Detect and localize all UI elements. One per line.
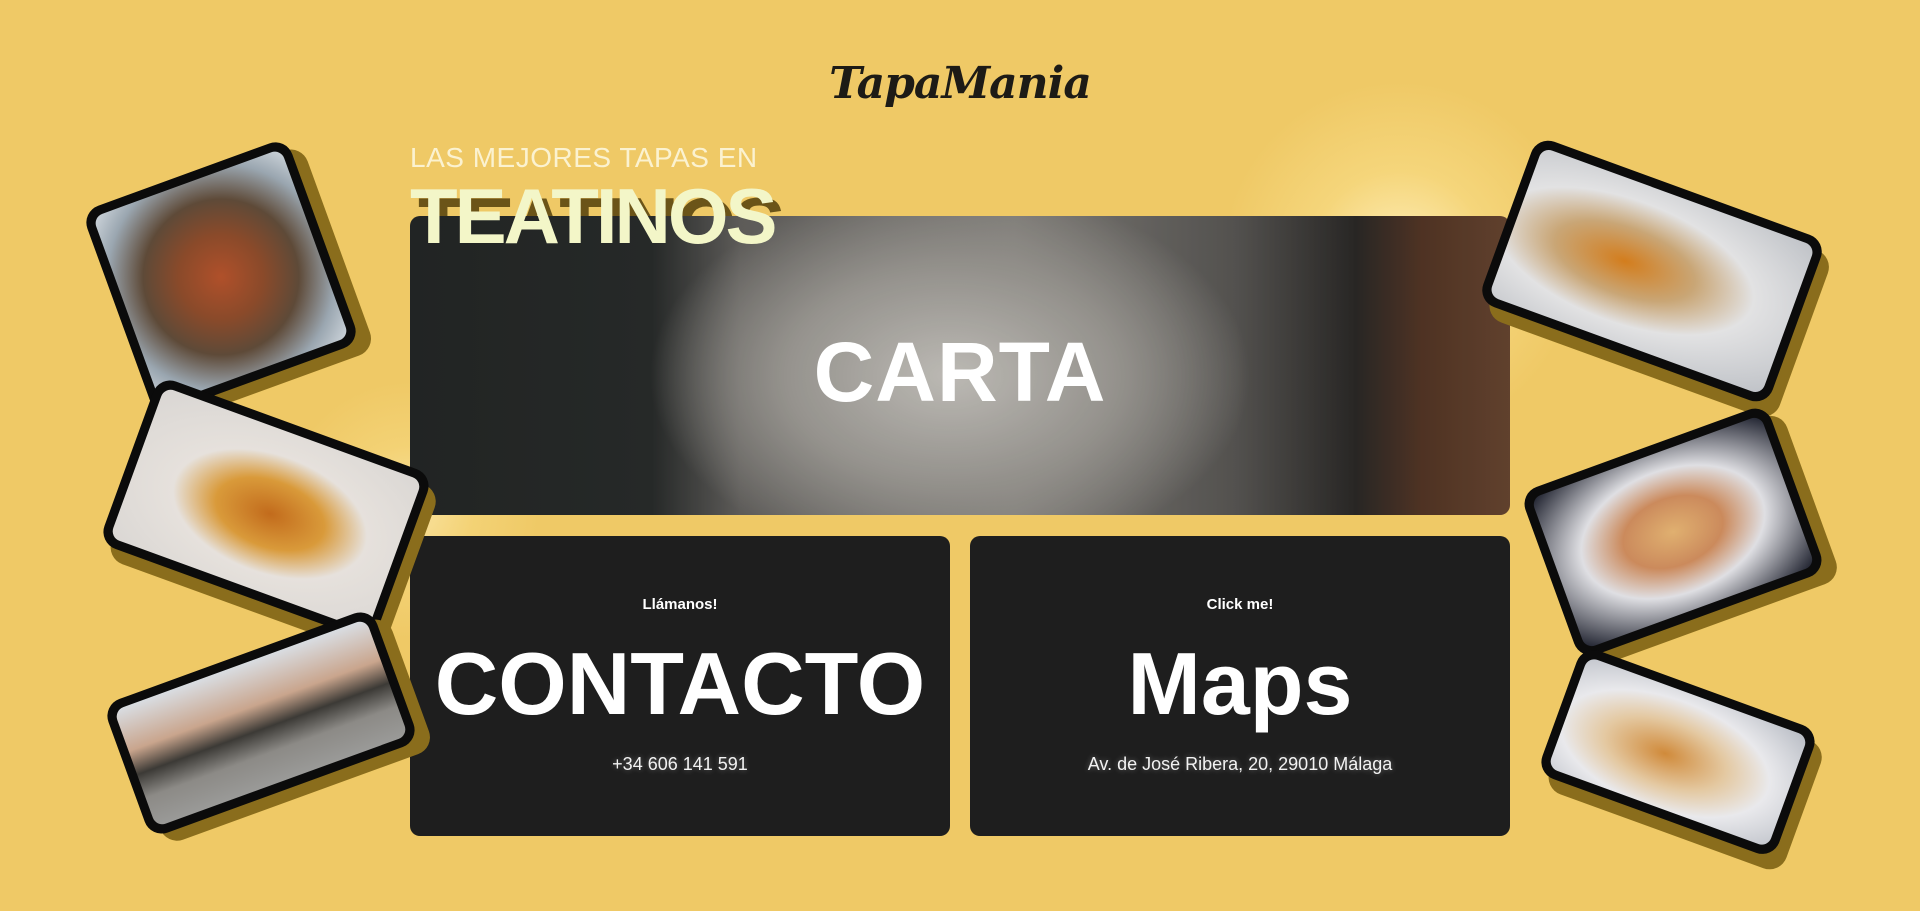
maps-title: Maps xyxy=(1127,634,1353,733)
photo-image xyxy=(1547,656,1809,848)
contact-kicker: Llámanos! xyxy=(642,596,718,613)
photo-image xyxy=(1530,415,1816,649)
food-photo-sandwich-plate xyxy=(1536,645,1820,859)
food-photo-grill-platter xyxy=(81,137,361,417)
carta-title: CARTA xyxy=(813,325,1107,419)
photo-image xyxy=(92,148,350,406)
hero-headline: TEATINOS xyxy=(410,172,778,260)
carta-banner-link[interactable]: CARTA xyxy=(410,216,1510,515)
contact-title: CONTACTO xyxy=(434,634,926,733)
page: TapaMania LAS MEJORES TAPAS EN TEATINOS … xyxy=(0,0,1920,911)
food-photo-egg-sandwich xyxy=(1519,403,1827,661)
maps-address: Av. de José Ribera, 20, 29010 Málaga xyxy=(1087,754,1393,774)
brand-logo[interactable]: TapaMania xyxy=(0,58,1920,109)
maps-kicker: Click me! xyxy=(1206,596,1274,613)
maps-card[interactable]: Click me! Maps Av. de José Ribera, 20, 2… xyxy=(970,536,1510,836)
restaurant-facade-photo xyxy=(102,607,420,839)
contact-card[interactable]: Llámanos! CONTACTO +34 606 141 591 xyxy=(410,536,950,836)
hero-tagline: LAS MEJORES TAPAS EN xyxy=(410,142,758,173)
photo-image xyxy=(113,618,409,828)
contact-phone: +34 606 141 591 xyxy=(612,754,748,774)
